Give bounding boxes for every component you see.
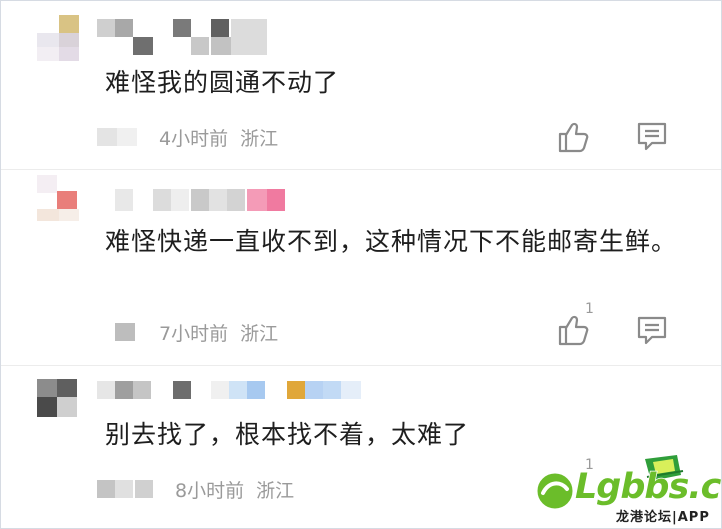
comment-meta: 8小时前 浙江: [97, 476, 294, 502]
meta-avatar-blurred: [97, 480, 153, 498]
avatar[interactable]: [37, 175, 83, 221]
comment-list: 难怪我的圆通不动了 4小时前 浙江 难怪快递一直收不到，这种情况下不能邮寄生鲜。…: [0, 0, 722, 529]
meta-avatar-blurred: [97, 323, 137, 341]
comment-meta: 7小时前 浙江: [97, 319, 278, 345]
comment-item: 难怪我的圆通不动了 4小时前 浙江: [1, 1, 721, 169]
avatar[interactable]: [37, 379, 83, 419]
like-button[interactable]: [557, 120, 591, 154]
comment-text: 别去找了，根本找不着，太难了: [105, 420, 470, 449]
comment-region: 浙江: [240, 322, 279, 345]
reply-button[interactable]: [636, 121, 668, 151]
comment-text: 难怪快递一直收不到，这种情况下不能邮寄生鲜。: [105, 227, 678, 256]
meta-avatar-blurred: [97, 128, 137, 146]
reply-button[interactable]: [636, 315, 668, 345]
comment-icon: [637, 122, 667, 151]
like-count: 1: [585, 301, 594, 317]
like-button[interactable]: [557, 313, 591, 347]
comment-region: 浙江: [256, 479, 295, 502]
username-blurred[interactable]: [97, 381, 369, 403]
comment-time: 4小时前: [159, 127, 229, 150]
thumbs-up-icon: [558, 122, 589, 153]
watermark-brand: Lgbbs.cn: [574, 466, 721, 508]
thumbs-up-icon: [558, 315, 589, 346]
watermark-tagline: 龙港论坛|APP: [616, 510, 710, 525]
comment-text: 难怪我的圆通不动了: [105, 68, 340, 97]
comment-item: 难怪快递一直收不到，这种情况下不能邮寄生鲜。 7小时前 浙江 1: [1, 169, 721, 365]
comment-region: 浙江: [240, 127, 279, 150]
comment-time: 7小时前: [159, 322, 229, 345]
comment-meta: 4小时前 浙江: [97, 124, 278, 150]
comment-icon: [637, 316, 667, 345]
comment-time: 8小时前: [175, 479, 245, 502]
username-blurred[interactable]: [97, 19, 269, 59]
username-blurred[interactable]: [97, 189, 307, 211]
avatar[interactable]: [37, 15, 83, 61]
